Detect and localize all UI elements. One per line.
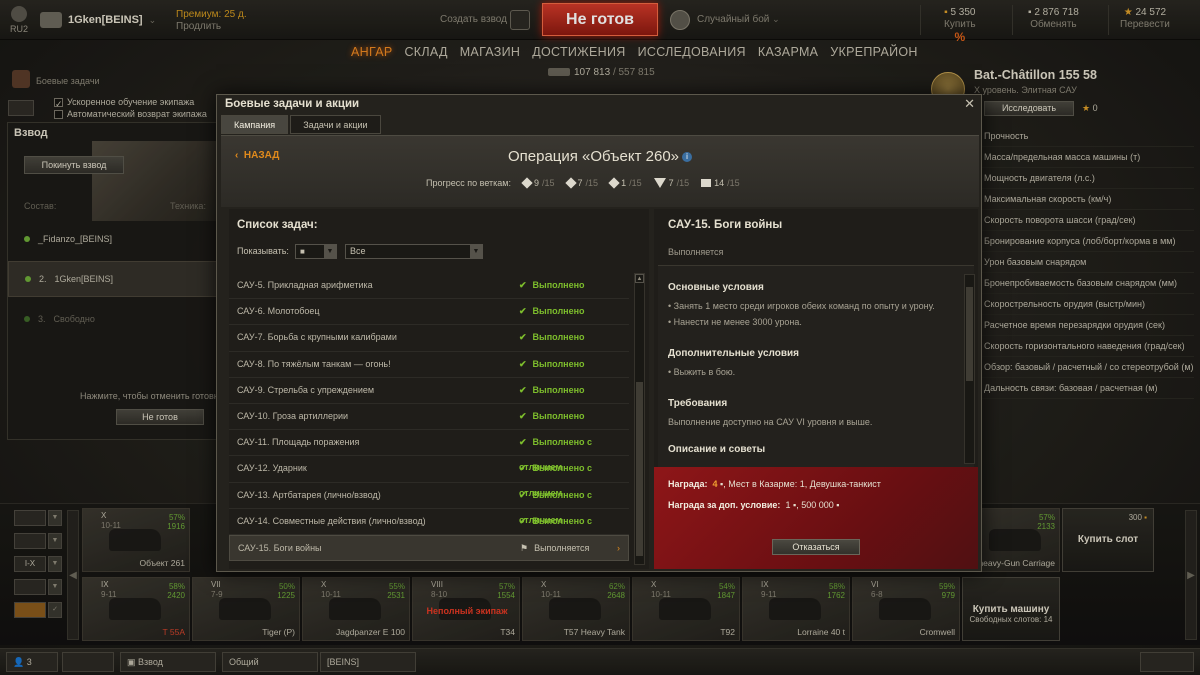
requirements-title: Требования <box>668 398 728 409</box>
task-row[interactable]: САУ-14. Совместные действия (лично/взвод… <box>229 509 629 551</box>
chevron-down-icon: ▼ <box>470 245 482 258</box>
task-row[interactable]: САУ-5. Прикладная арифметикаВыполнено <box>229 273 629 300</box>
medium-tank-icon <box>564 177 577 189</box>
close-icon[interactable]: ✕ <box>964 96 975 112</box>
dialog-tabs: Кампания Задачи и акции <box>221 115 381 134</box>
heavy-tank-icon <box>608 177 620 189</box>
task-row[interactable]: САУ-9. Стрельба с упреждениемВыполнено <box>229 378 629 404</box>
task-list-scrollbar[interactable]: ▲ <box>634 273 645 565</box>
show-label: Показывать: <box>237 246 289 256</box>
condition-item: • Выжить в бою. <box>668 367 736 377</box>
reward-line: Награда: 4 ▪, Мест в Казарме: 1, Девушка… <box>668 479 881 489</box>
icon-filter-select[interactable]: ■ ▼ <box>295 244 337 259</box>
extra-reward-line: Награда за доп. условие: 1 ▪, 500 000 ▪ <box>668 500 840 510</box>
tips-title: Описание и советы <box>668 444 766 454</box>
chevron-right-icon: › <box>617 542 620 553</box>
scroll-up-icon[interactable]: ▲ <box>635 274 644 283</box>
branch-progress-td: 7/15 <box>653 178 689 188</box>
decline-button[interactable]: Отказаться <box>772 539 860 555</box>
task-row-selected[interactable]: САУ-15. Боги войныВыполняется› <box>229 534 629 562</box>
spg-icon <box>701 179 712 187</box>
dialog-title: Боевые задачи и акции <box>225 98 360 110</box>
task-row[interactable]: САУ-13. Артбатарея (лично/взвод)Выполнен… <box>229 483 629 525</box>
task-detail-title: САУ-15. Боги войны <box>668 219 783 231</box>
tank-destroyer-icon <box>653 178 666 188</box>
chevron-down-icon: ▼ <box>324 245 336 258</box>
condition-item: • Занять 1 место среди игроков обеих ком… <box>668 301 935 311</box>
main-conditions-title: Основные условия <box>668 282 764 293</box>
status-filter-select[interactable]: Все ▼ <box>345 244 483 259</box>
light-tank-icon <box>521 177 533 189</box>
operation-header: ‹ НАЗАД Операция «Объект 260» i Прогресс … <box>221 135 979 207</box>
missions-dialog: Боевые задачи и акции ✕ Кампания Задачи … <box>216 94 982 572</box>
task-detail-status: Выполняется <box>668 247 724 257</box>
task-row[interactable]: САУ-6. МолотобоецВыполнено <box>229 299 629 326</box>
tab-missions[interactable]: Задачи и акции <box>290 115 381 134</box>
task-list: САУ-5. Прикладная арифметикаВыполнено СА… <box>229 273 629 562</box>
scroll-thumb[interactable] <box>636 382 643 556</box>
requirements-text: Выполнение доступно на САУ VI уровня и в… <box>668 417 873 427</box>
task-conditions: Основные условия • Занять 1 место среди … <box>658 265 975 467</box>
credits-icon: ▪ <box>836 500 840 510</box>
task-row[interactable]: САУ-12. УдарникВыполнено с отличием <box>229 456 629 498</box>
task-row[interactable]: САУ-8. По тяжёлым танкам — огонь!Выполне… <box>229 352 629 378</box>
branch-progress-spg: 14/15 <box>701 178 740 188</box>
progress-label: Прогресс по веткам: <box>426 178 511 188</box>
task-row[interactable]: САУ-10. Гроза артиллерииВыполнено <box>229 404 629 431</box>
task-row[interactable]: САУ-7. Борьба с крупными калибрамиВыполн… <box>229 325 629 352</box>
task-list-title: Список задач: <box>237 219 318 231</box>
reward-panel: Награда: 4 ▪, Мест в Казарме: 1, Девушка… <box>654 467 978 569</box>
scroll-thumb[interactable] <box>966 287 973 381</box>
condition-item: • Нанести не менее 3000 урона. <box>668 317 802 327</box>
operation-title: Операция «Объект 260» i <box>221 148 979 165</box>
task-detail-panel: САУ-15. Боги войны Выполняется Основные … <box>654 209 978 569</box>
branch-progress: Прогресс по веткам: 9/15 7/15 1/15 7/15 … <box>426 177 740 189</box>
square-icon: ■ <box>300 247 305 256</box>
detail-scrollbar[interactable] <box>964 274 975 464</box>
branch-progress-lt: 9/15 <box>521 177 555 189</box>
branch-progress-mt: 7/15 <box>564 177 598 189</box>
task-list-panel: Список задач: Показывать: ■ ▼ Все ▼ САУ-5.… <box>229 209 649 569</box>
extra-conditions-title: Дополнительные условия <box>668 348 800 359</box>
branch-progress-ht: 1/15 <box>608 177 642 189</box>
tab-campaign[interactable]: Кампания <box>221 115 289 134</box>
task-row[interactable]: САУ-11. Площадь пораженияВыполнено с отл… <box>229 430 629 472</box>
info-icon[interactable]: i <box>682 152 693 163</box>
